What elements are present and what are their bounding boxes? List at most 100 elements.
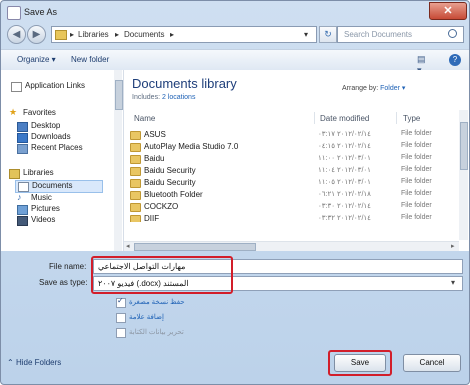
file-type: File folder xyxy=(401,202,432,209)
navigation-bar: ◀ ▶ ▸ Libraries ▸ Documents ▸ ▾ ↻ Search… xyxy=(1,23,469,45)
page-icon xyxy=(11,82,22,92)
file-date: ٢٠١٢/٠٢/١٤ ٠٣:٣٠ xyxy=(318,203,371,210)
dialog-icon xyxy=(7,6,21,20)
star-icon: ★ xyxy=(9,107,18,117)
option-label[interactable]: تحرير بيانات الكتابة xyxy=(129,328,184,336)
music-icon: ♪ xyxy=(17,192,22,202)
folder-icon xyxy=(130,203,141,212)
save-as-dialog: Save As ✕ ◀ ▶ ▸ Libraries ▸ Documents ▸ … xyxy=(0,0,470,385)
column-divider[interactable] xyxy=(396,112,397,124)
file-row[interactable]: Baidu Security ٢٠١٢/٠٣/٠١ ١١:٠٤ File fol… xyxy=(128,165,454,176)
sidebar-item-label: Recent Places xyxy=(31,143,83,152)
browser-pane: Application Links ★ Favorites Desktop Do… xyxy=(1,70,469,251)
column-divider[interactable] xyxy=(314,112,315,124)
library-subtitle: Includes: 2 locations xyxy=(132,94,195,101)
column-header-name[interactable]: Name xyxy=(134,114,155,123)
file-type: File folder xyxy=(401,178,432,185)
scrollbar-thumb[interactable] xyxy=(460,122,468,170)
file-name: DIIF xyxy=(144,214,160,222)
breadcrumb-sep-icon: ▸ xyxy=(70,30,75,39)
breadcrumb-libraries[interactable]: Libraries xyxy=(78,30,109,39)
new-folder-button[interactable]: New folder xyxy=(71,55,109,64)
help-icon[interactable]: ? xyxy=(449,54,461,66)
file-date: ٢٠١٢/٠٣/٠١ ١١:٠٠ xyxy=(318,155,371,162)
option-label[interactable]: حفظ نسخة مصغرة xyxy=(129,298,185,306)
file-list-horizontal-scrollbar[interactable]: ◂ ▸ xyxy=(124,241,459,251)
option-checkbox[interactable] xyxy=(116,296,126,308)
file-row[interactable]: COCKZO ٢٠١٢/٠٢/١٤ ٠٣:٣٠ File folder xyxy=(128,201,454,212)
sidebar-item-documents[interactable]: Documents xyxy=(15,180,103,193)
file-name: COCKZO xyxy=(144,202,179,211)
file-date: ٢٠١٢/٠٣/٠١ ١١:٠٤ xyxy=(318,167,371,174)
forward-button[interactable]: ▶ xyxy=(27,25,46,44)
file-date: ٢٠١٢/٠٢/١٤ ٠٤:١٥ xyxy=(318,143,371,150)
scrollbar-thumb[interactable] xyxy=(134,243,256,251)
sidebar-item-label: Downloads xyxy=(31,132,71,141)
library-title: Documents library xyxy=(132,76,237,91)
file-type: File folder xyxy=(401,130,432,137)
libraries-icon xyxy=(9,169,20,179)
file-list-vertical-scrollbar[interactable] xyxy=(459,110,468,240)
command-toolbar: Organize ▾ New folder ▤ ▾ ? xyxy=(1,49,469,75)
videos-icon xyxy=(17,216,28,226)
save-as-type-label: Save as type: xyxy=(39,278,88,287)
arrange-by: Arrange by: Folder ▾ xyxy=(342,84,405,92)
option-label[interactable]: إضافة علامة xyxy=(129,313,164,321)
search-input[interactable]: Search Documents xyxy=(337,26,464,43)
views-icon[interactable]: ▤ ▾ xyxy=(417,54,429,75)
recent-places-icon xyxy=(17,144,28,154)
address-bar[interactable]: ▸ Libraries ▸ Documents ▸ ▾ xyxy=(51,26,317,43)
file-name-label: File name: xyxy=(49,262,87,271)
option-checkbox[interactable] xyxy=(116,328,126,338)
column-header-date[interactable]: Date modified xyxy=(320,114,369,123)
sidebar-item-label: Desktop xyxy=(31,121,61,130)
file-name: Baidu Security xyxy=(144,166,196,175)
file-name: Bluetooth Folder xyxy=(144,190,203,199)
pictures-icon xyxy=(17,205,28,215)
scroll-left-icon[interactable]: ◂ xyxy=(126,242,130,250)
arrange-by-dropdown[interactable]: Folder ▾ xyxy=(380,85,405,92)
file-type: File folder xyxy=(401,214,432,221)
breadcrumb-documents[interactable]: Documents xyxy=(124,30,164,39)
file-name: AutoPlay Media Studio 7.0 xyxy=(144,142,239,151)
sidebar-item-label: Pictures xyxy=(31,204,60,213)
folder-icon xyxy=(55,30,67,40)
file-date: ٢٠١٢/٠٣/٠١ ١١:٠٥ xyxy=(318,179,371,186)
close-button[interactable]: ✕ xyxy=(429,2,467,20)
hide-folders-toggle[interactable]: ⌃ Hide Folders xyxy=(7,358,61,367)
file-row[interactable]: ASUS ٢٠١٢/٠٢/١٤ ٠٣:١٧ File folder xyxy=(128,129,454,140)
file-name: Baidu Security xyxy=(144,178,196,187)
file-row[interactable]: Baidu ٢٠١٢/٠٣/٠١ ١١:٠٠ File folder xyxy=(128,153,454,164)
file-date: ٢٠١٢/٠٢/١٨ ٠٦:٢١ xyxy=(318,191,371,198)
sidebar-item-label: Libraries xyxy=(23,168,54,177)
chevron-down-icon: ▾ xyxy=(451,278,456,287)
address-dropdown-icon[interactable]: ▾ xyxy=(304,30,308,39)
folder-icon xyxy=(130,131,141,140)
file-row[interactable]: Bluetooth Folder ٢٠١٢/٠٢/١٨ ٠٦:٢١ File f… xyxy=(128,189,454,200)
file-row[interactable]: DIIF ٢٠١٢/٠٢/١٤ ٠٣:٣٢ File folder xyxy=(128,213,454,222)
option-checkbox[interactable] xyxy=(116,313,126,323)
back-button[interactable]: ◀ xyxy=(7,25,26,44)
documents-icon xyxy=(18,182,29,192)
folder-icon xyxy=(130,155,141,164)
file-type: File folder xyxy=(401,142,432,149)
refresh-button[interactable]: ↻ xyxy=(319,26,337,43)
sidebar-item-label: Videos xyxy=(31,215,56,224)
search-placeholder: Search Documents xyxy=(344,30,413,39)
file-type: File folder xyxy=(401,166,432,173)
organize-button[interactable]: Organize ▾ xyxy=(17,55,56,64)
file-row[interactable]: Baidu Security ٢٠١٢/٠٣/٠١ ١١:٠٥ File fol… xyxy=(128,177,454,188)
hide-folders-label: Hide Folders xyxy=(15,358,62,367)
sidebar-item-label: Application Links xyxy=(25,81,86,90)
scrollbar-thumb[interactable] xyxy=(115,80,123,110)
cancel-button[interactable]: Cancel xyxy=(403,354,461,372)
library-locations-link[interactable]: 2 locations xyxy=(162,94,195,101)
file-row[interactable]: AutoPlay Media Studio 7.0 ٢٠١٢/٠٢/١٤ ٠٤:… xyxy=(128,141,454,152)
file-list-pane: Documents library Includes: 2 locations … xyxy=(124,70,469,251)
navigation-scrollbar[interactable] xyxy=(114,70,123,251)
column-header-type[interactable]: Type xyxy=(403,114,420,123)
save-form: File name: مهارات التواصل الاجتماعي Save… xyxy=(1,252,469,384)
scroll-right-icon[interactable]: ▸ xyxy=(451,242,455,250)
file-name: Baidu xyxy=(144,154,165,163)
arrange-by-label: Arrange by: xyxy=(342,85,379,92)
